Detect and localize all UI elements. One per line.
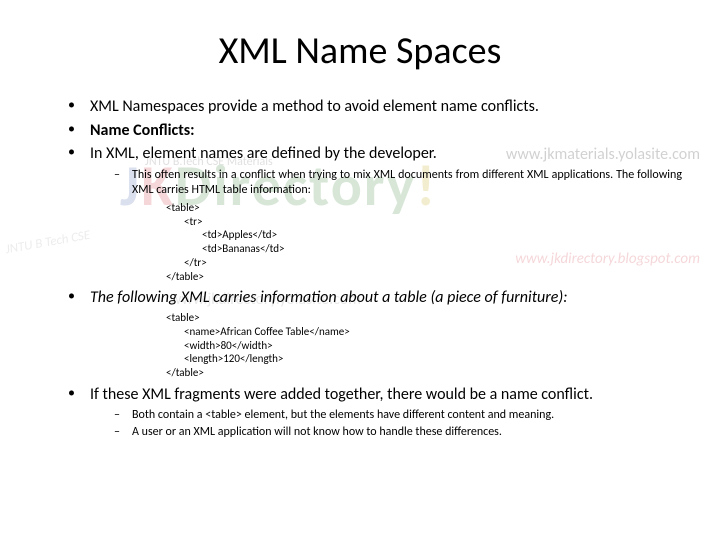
bullet-5-text: If these XML fragments were added togeth… bbox=[90, 385, 593, 404]
bullet-3-text: In XML, element names are defined by the… bbox=[90, 144, 437, 163]
slide-content: XML Name Spaces XML Namespaces provide a… bbox=[0, 0, 720, 540]
slide-title: XML Name Spaces bbox=[38, 28, 682, 74]
code1-l3: <td>Apples</td> bbox=[166, 228, 682, 242]
bullet-5: If these XML fragments were added togeth… bbox=[68, 384, 682, 441]
bullet-2: Name Conflicts: bbox=[68, 120, 682, 142]
bullet-3: In XML, element names are defined by the… bbox=[68, 143, 682, 283]
bullet-5-sublist: Both contain a <table> element, but the … bbox=[90, 408, 682, 440]
code2-l1: <table> bbox=[166, 311, 200, 324]
code2-l5: </table> bbox=[166, 366, 204, 379]
code1-l2: <tr> bbox=[166, 215, 682, 229]
bullet-4-text: The following XML carries information ab… bbox=[90, 288, 568, 307]
bullet-2-text: Name Conflicts: bbox=[90, 121, 195, 140]
bullet-5-sub-1: Both contain a <table> element, but the … bbox=[114, 408, 682, 424]
code2-l4: <length>120</length> bbox=[166, 352, 682, 366]
bullet-5-sub-2: A user or an XML application will not kn… bbox=[114, 425, 682, 441]
code-block-1: <table> <tr> <td>Apples</td> <td>Bananas… bbox=[90, 201, 682, 284]
code2-l3: <width>80</width> bbox=[166, 339, 682, 353]
bullet-3-sub-1: This often results in a conflict when tr… bbox=[114, 168, 682, 199]
code2-l2: <name>African Coffee Table</name> bbox=[166, 325, 682, 339]
bullet-4: The following XML carries information ab… bbox=[68, 287, 682, 379]
code1-l1: <table> bbox=[166, 201, 200, 214]
bullet-1: XML Namespaces provide a method to avoid… bbox=[68, 96, 682, 118]
code1-l5: </tr> bbox=[166, 256, 682, 270]
bullet-3-sub-1-text: This often results in a conflict when tr… bbox=[132, 168, 682, 198]
code1-l4: <td>Bananas</td> bbox=[166, 242, 682, 256]
code1-l6: </table> bbox=[166, 270, 204, 283]
code-block-2: <table> <name>African Coffee Table</name… bbox=[90, 311, 682, 380]
bullet-list: XML Namespaces provide a method to avoid… bbox=[38, 96, 682, 441]
bullet-3-sublist: This often results in a conflict when tr… bbox=[90, 168, 682, 199]
